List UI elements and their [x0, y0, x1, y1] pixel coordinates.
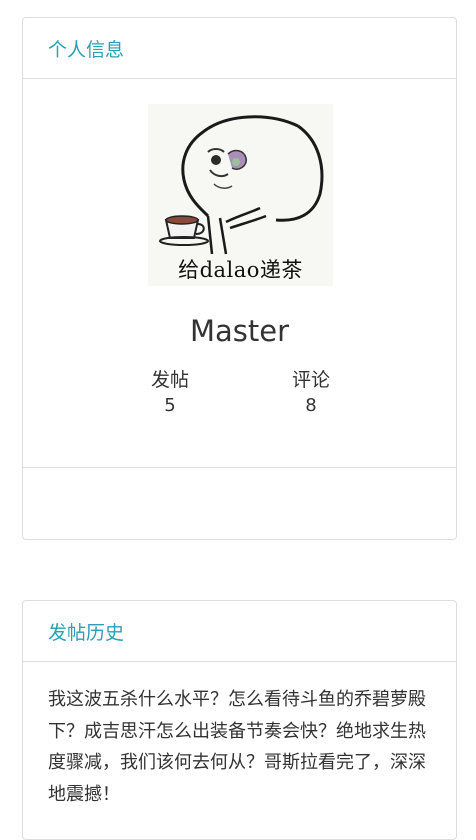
stat-comments-label: 评论: [291, 369, 330, 391]
post-history-title: 发帖历史: [48, 621, 125, 644]
stat-comments[interactable]: 评论 8: [261, 367, 361, 419]
post-history-card: 发帖历史 我这波五杀什么水平？怎么看待斗鱼的乔碧萝殿下？成吉思汗怎么出装备节奏会…: [22, 600, 457, 840]
post-history-item[interactable]: 我这波五杀什么水平？怎么看待斗鱼的乔碧萝殿下？成吉思汗怎么出装备节奏会快？绝地求…: [48, 684, 434, 810]
stat-posts[interactable]: 发帖 5: [120, 367, 220, 419]
username: Master: [189, 314, 290, 348]
stat-posts-count: 5: [164, 395, 176, 416]
stat-comments-count: 8: [305, 395, 317, 416]
avatar[interactable]: 给dalao递茶: [148, 104, 333, 286]
post-history-body: 我这波五杀什么水平？怎么看待斗鱼的乔碧萝殿下？成吉思汗怎么出装备节奏会快？绝地求…: [23, 662, 456, 810]
avatar-caption: 给dalao递茶: [178, 258, 303, 282]
profile-body: 给dalao递茶 Master 发帖 5 评论 8: [23, 79, 456, 468]
profile-card-title: 个人信息: [48, 38, 125, 61]
post-history-header: 发帖历史: [23, 601, 456, 662]
stat-posts-label: 发帖: [150, 369, 189, 391]
profile-card: 个人信息 给dalao递茶 Master 发帖 5 评论 8: [22, 17, 457, 540]
profile-card-header: 个人信息: [23, 18, 456, 79]
